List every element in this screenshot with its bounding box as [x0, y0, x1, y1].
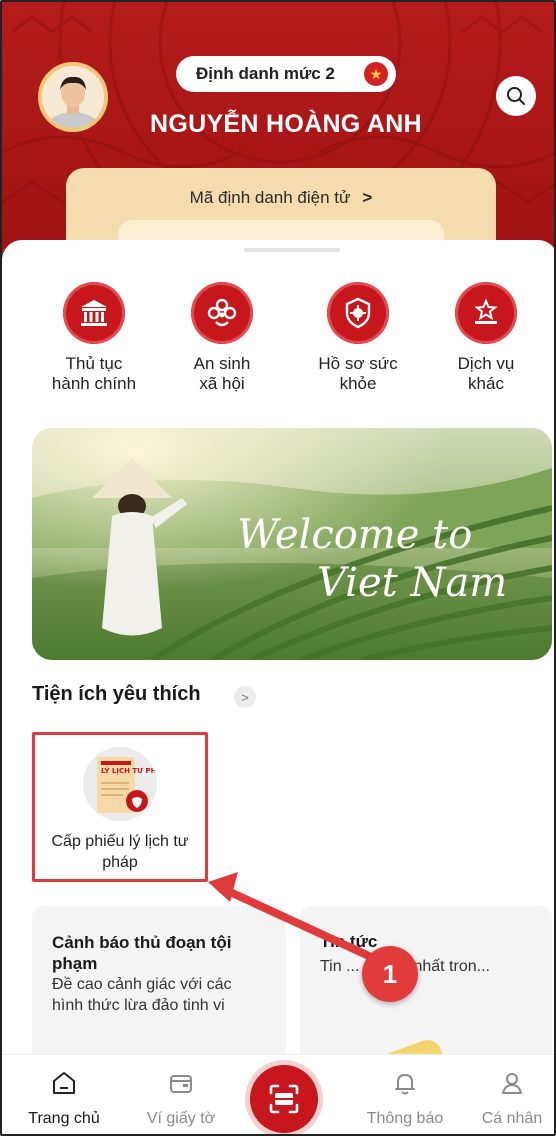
identity-level-badge[interactable]: Định danh mức 2 ★: [176, 56, 396, 92]
star-podium-icon: [455, 282, 517, 344]
wallet-icon: [170, 1075, 192, 1093]
service-label: Hồ sơ sức khỏe: [318, 354, 398, 393]
welcome-banner[interactable]: Welcome to Viet Nam: [32, 428, 552, 660]
judicial-record-icon: LÝ LỊCH TƯ PHÁP: [83, 747, 157, 821]
service-social-welfare[interactable]: An sinh xã hội: [157, 282, 287, 394]
banner-line-2: Viet Nam: [317, 560, 507, 606]
favorite-item-label: Cấp phiếu lý lịch tư pháp: [51, 833, 189, 871]
search-button[interactable]: [496, 76, 536, 116]
nav-profile[interactable]: Cá nhân: [474, 1069, 550, 1128]
identity-level-label: Định danh mức 2: [196, 64, 335, 83]
government-building-icon: [63, 282, 125, 344]
user-name: NGUYỄN HOÀNG ANH: [150, 110, 422, 138]
bottom-navigation: Trang chủ Ví giấy tờ Thông báo Cá nhân: [2, 1054, 554, 1134]
favorites-more-button[interactable]: >: [234, 686, 256, 708]
nav-label: Ví giấy tờ: [146, 1110, 216, 1127]
service-admin-procedures[interactable]: Thủ tục hành chính: [29, 282, 159, 394]
avatar[interactable]: [38, 62, 108, 132]
sheet-grabber[interactable]: [244, 248, 340, 252]
chevron-right-icon: >: [241, 689, 249, 705]
scan-icon: [269, 1084, 299, 1114]
health-shield-icon: [327, 282, 389, 344]
service-label: Thủ tục hành chính: [51, 354, 137, 393]
tea-field-image: Welcome to Viet Nam: [32, 428, 552, 660]
news-description: Tin ... ật mới nhất tron...: [320, 958, 490, 975]
step-number-badge: 1: [362, 946, 418, 1002]
profile-header: Định danh mức 2 ★ NGUYỄN HOÀNG ANH Mã đị…: [2, 2, 554, 264]
service-label: An sinh xã hội: [193, 354, 251, 393]
search-icon: [507, 87, 525, 105]
service-other[interactable]: Dịch vụ khác: [421, 282, 551, 394]
news-title: Cảnh báo thủ đoạn tội phạm: [52, 933, 232, 973]
icon-caption: LÝ LỊCH TƯ PHÁP: [101, 766, 157, 775]
favorites-title: Tiện ích yêu thích: [32, 683, 201, 705]
social-welfare-icon: [191, 282, 253, 344]
star-shield-icon: ★: [364, 62, 388, 86]
nav-notifications[interactable]: Thông báo: [358, 1069, 452, 1128]
service-grid: Thủ tục hành chính An sinh xã hội Hồ sơ …: [2, 282, 554, 412]
favorite-item-judicial-record[interactable]: LÝ LỊCH TƯ PHÁP Cấp phiếu lý lịch tư phá…: [32, 732, 208, 882]
news-title: Tin tức: [320, 932, 378, 951]
news-description: Đề cao cảnh giác với các hình thức lừa đ…: [52, 976, 232, 1014]
main-sheet: Thủ tục hành chính An sinh xã hội Hồ sơ …: [2, 240, 554, 1086]
home-icon: [53, 1072, 75, 1094]
nav-home[interactable]: Trang chủ: [24, 1069, 104, 1128]
nav-wallet[interactable]: Ví giấy tờ: [136, 1069, 226, 1128]
scan-button[interactable]: [250, 1065, 318, 1133]
person-icon: [502, 1073, 522, 1094]
bell-icon: [395, 1074, 415, 1095]
service-label: Dịch vụ khác: [457, 354, 515, 393]
nav-label: Thông báo: [366, 1110, 444, 1127]
banner-line-1: Welcome to: [237, 512, 472, 558]
service-health-records[interactable]: Hồ sơ sức khỏe: [293, 282, 423, 394]
nav-label: Cá nhân: [481, 1110, 543, 1127]
user-photo: [42, 66, 104, 128]
app-screen: Định danh mức 2 ★ NGUYỄN HOÀNG ANH Mã đị…: [0, 0, 556, 1136]
nav-label: Trang chủ: [28, 1110, 100, 1127]
